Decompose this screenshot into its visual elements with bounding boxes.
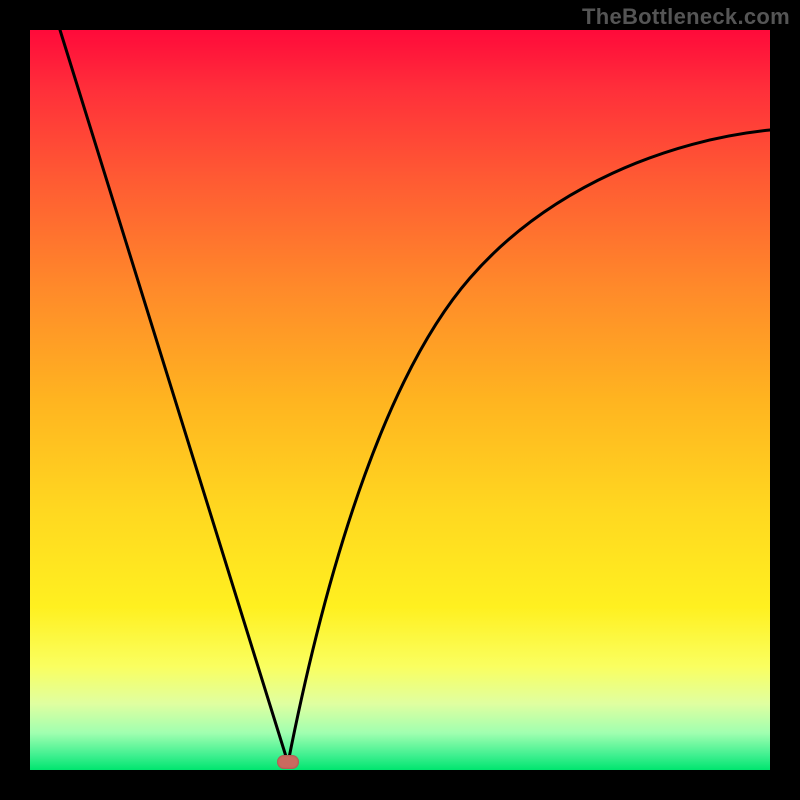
bottleneck-curve	[30, 30, 770, 770]
minimum-marker	[277, 755, 299, 769]
chart-plot-area	[30, 30, 770, 770]
watermark-text: TheBottleneck.com	[582, 4, 790, 30]
curve-right-branch	[288, 130, 770, 763]
curve-left-branch	[60, 30, 288, 763]
